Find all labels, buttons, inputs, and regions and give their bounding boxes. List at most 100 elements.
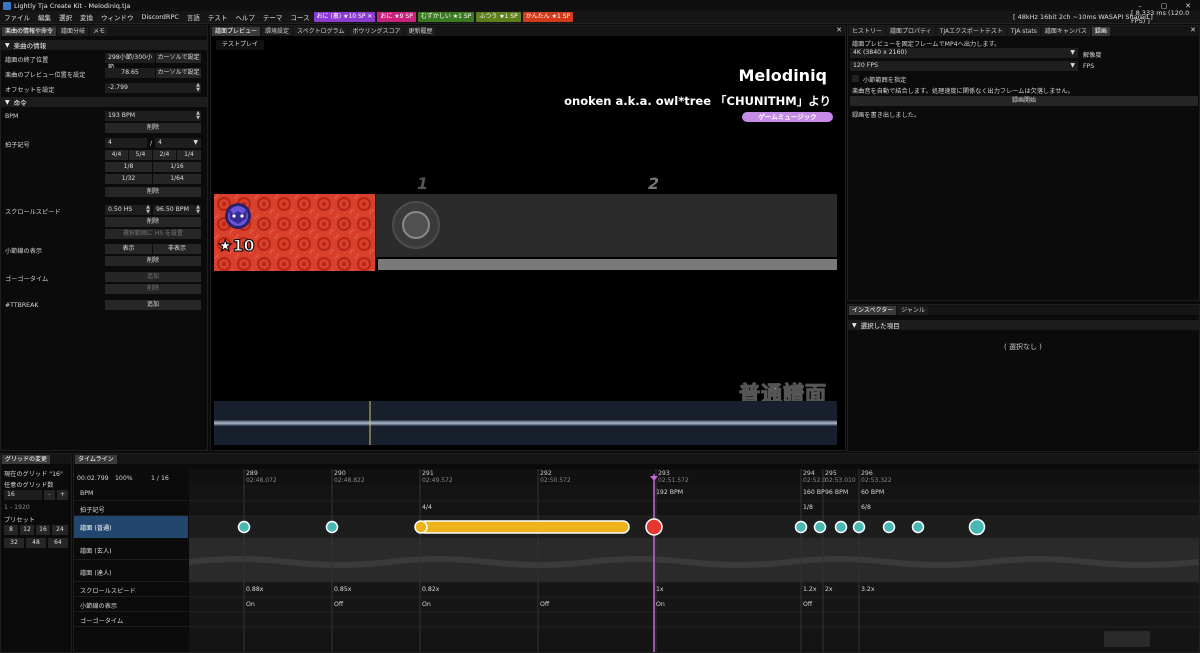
song-info-header[interactable]: ▼ 楽曲の情報 <box>1 40 207 50</box>
scroll-event[interactable]: 1x <box>656 586 664 593</box>
range-checkbox[interactable] <box>852 75 859 82</box>
barline-show-button[interactable]: 表示 <box>105 244 152 254</box>
preview-cursor-set-button[interactable]: カーソルで設定 <box>156 68 201 78</box>
preview-position-field[interactable]: 78.65 <box>105 68 155 78</box>
grid-preset-8[interactable]: 8 <box>4 525 18 535</box>
barline-event[interactable]: On <box>422 601 431 608</box>
barline-event[interactable]: Off <box>334 601 343 608</box>
spinner-icon[interactable]: ▲ ▼ <box>196 83 200 93</box>
tab-history[interactable]: ヒストリー <box>849 26 886 36</box>
bpm-event[interactable]: 96 BPM <box>825 489 848 496</box>
timeline-scrollbar[interactable] <box>1104 631 1150 647</box>
menu-test[interactable]: テスト <box>204 12 232 22</box>
row-scroll-speed[interactable]: スクロールスピード <box>74 582 188 597</box>
menu-convert[interactable]: 変換 <box>76 12 97 22</box>
measure-delete-button[interactable]: 削除 <box>105 187 201 197</box>
measure-denominator[interactable]: 4 ▼ <box>155 138 201 148</box>
bpm-event[interactable]: 60 BPM <box>861 489 884 496</box>
test-play-button[interactable]: テストプレイ <box>216 40 264 50</box>
scroll-hs-field[interactable]: 0.50 HS ▲ ▼ <box>105 205 151 215</box>
scroll-event[interactable]: 1.2x <box>803 586 817 593</box>
tab-timeline[interactable]: タイムライン <box>75 454 117 464</box>
grid-preset-24[interactable]: 24 <box>52 525 68 535</box>
row-gogo[interactable]: ゴーゴータイム <box>74 612 188 627</box>
tab-spectrogram[interactable]: スペクトログラム <box>294 26 348 36</box>
tab-tja-stats[interactable]: TJA stats <box>1007 26 1040 36</box>
bpm-event[interactable]: 160 BP <box>803 489 825 496</box>
tab-tja-export-test[interactable]: TJAエクスポートテスト <box>936 26 1006 36</box>
tab-song-info[interactable]: 楽曲の情報や命令 <box>2 26 57 36</box>
measure-preset-2-4[interactable]: 2/4 <box>153 150 176 160</box>
barline-event[interactable]: Off <box>803 601 812 608</box>
tab-chart-canvas[interactable]: 譜面キャンバス <box>1041 26 1090 36</box>
grid-value-field[interactable]: 16 <box>4 490 42 500</box>
scroll-event[interactable]: 0.82x <box>422 586 439 593</box>
menu-course[interactable]: コース <box>286 12 313 22</box>
measure-event[interactable]: 4/4 <box>422 504 432 511</box>
start-recording-button[interactable]: 録画開始 <box>850 96 1198 106</box>
measure-event[interactable]: 6/8 <box>861 504 871 511</box>
measure-preset-1-16[interactable]: 1/16 <box>153 162 201 172</box>
tab-memo[interactable]: メモ <box>90 26 109 36</box>
grid-plus-button[interactable]: + <box>57 490 68 500</box>
menu-edit[interactable]: 編集 <box>34 12 55 22</box>
course-tab-ura-oni[interactable]: おに (裏) ★10 SP ✕ <box>313 12 376 22</box>
barline-hide-button[interactable]: 非表示 <box>153 244 201 254</box>
gogo-delete-button[interactable]: 削除 <box>105 284 201 294</box>
scroll-bpm-field[interactable]: 96.50 BPM ▲ ▼ <box>153 205 201 215</box>
end-position-field[interactable]: 298小節/300小節 <box>105 53 155 71</box>
tab-grid[interactable]: グリッドの変更 <box>2 454 51 464</box>
menu-language[interactable]: 言語 <box>183 12 204 22</box>
menu-select[interactable]: 選択 <box>55 12 76 22</box>
menu-file[interactable]: ファイル <box>0 12 34 22</box>
tab-chart-properties[interactable]: 譜面プロパティ <box>887 26 935 36</box>
scroll-event[interactable]: 0.85x <box>334 586 351 593</box>
grid-minus-button[interactable]: - <box>44 490 55 500</box>
selected-items-header[interactable]: ▼ 選択した項目 <box>848 320 1199 330</box>
grid-preset-12[interactable]: 12 <box>20 525 34 535</box>
measure-numerator[interactable]: 4 <box>105 138 147 148</box>
course-tab-hard[interactable]: むずかしい ★1 SP <box>417 12 475 22</box>
grid-preset-32[interactable]: 32 <box>4 538 24 548</box>
barline-event[interactable]: Off <box>540 601 549 608</box>
course-tab-normal[interactable]: ふつう ★1 SP <box>476 12 521 22</box>
barline-delete-button[interactable]: 削除 <box>105 256 201 266</box>
close-icon[interactable]: ✕ <box>1190 26 1196 34</box>
tab-recording[interactable]: 録画 <box>1091 26 1110 36</box>
row-bpm[interactable]: BPM <box>74 486 188 501</box>
course-tab-easy[interactable]: かんたん ★1 SP <box>522 12 574 22</box>
resolution-select[interactable]: 4K (3840 x 2160) ▼ <box>850 48 1078 58</box>
end-cursor-set-button[interactable]: カーソルで設定 <box>156 53 201 63</box>
menu-theme[interactable]: テーマ <box>259 12 287 22</box>
bpm-delete-button[interactable]: 削除 <box>105 123 201 133</box>
tab-inspector[interactable]: インスペクター <box>849 305 897 315</box>
course-tab-oni[interactable]: おに ★9 SP <box>377 12 416 22</box>
barline-event[interactable]: On <box>246 601 255 608</box>
measure-preset-4-4[interactable]: 4/4 <box>105 150 128 160</box>
tab-chart-preview[interactable]: 譜面プレビュー <box>212 26 261 36</box>
scroll-event[interactable]: 0.88x <box>246 586 263 593</box>
menu-help[interactable]: ヘルプ <box>231 12 259 22</box>
grid-preset-64[interactable]: 64 <box>48 538 68 548</box>
waveform[interactable] <box>214 401 837 445</box>
timeline-canvas[interactable]: 289 02:48.072 290 02:48.822 291 02:49.57… <box>189 469 1199 652</box>
scroll-event[interactable]: 3.2x <box>861 586 875 593</box>
scroll-delete-button[interactable]: 削除 <box>105 217 201 227</box>
barline-event[interactable]: On <box>656 601 665 608</box>
measure-preset-1-8[interactable]: 1/8 <box>105 162 152 172</box>
measure-preset-1-64[interactable]: 1/64 <box>153 174 201 184</box>
grid-preset-48[interactable]: 48 <box>26 538 46 548</box>
tab-bowling-score[interactable]: ボウリングスコア <box>349 26 404 36</box>
measure-preset-1-32[interactable]: 1/32 <box>105 174 152 184</box>
row-expert-chart[interactable]: 譜面 (玄人) <box>74 538 188 560</box>
bpm-event[interactable]: 192 BPM <box>656 489 683 496</box>
row-normal-chart[interactable]: 譜面 (普通) <box>74 516 188 538</box>
offset-field[interactable]: -2.799 ▲ ▼ <box>105 83 201 93</box>
measure-preset-1-4[interactable]: 1/4 <box>177 150 201 160</box>
commands-header[interactable]: ▼ 命令 <box>1 97 207 107</box>
tab-genre[interactable]: ジャンル <box>898 305 928 315</box>
menu-window[interactable]: ウィンドウ <box>97 12 138 22</box>
row-barline[interactable]: 小節線の表示 <box>74 597 188 612</box>
tab-settings[interactable]: 環境設定 <box>262 26 293 36</box>
measure-event[interactable]: 1/8 <box>803 504 813 511</box>
